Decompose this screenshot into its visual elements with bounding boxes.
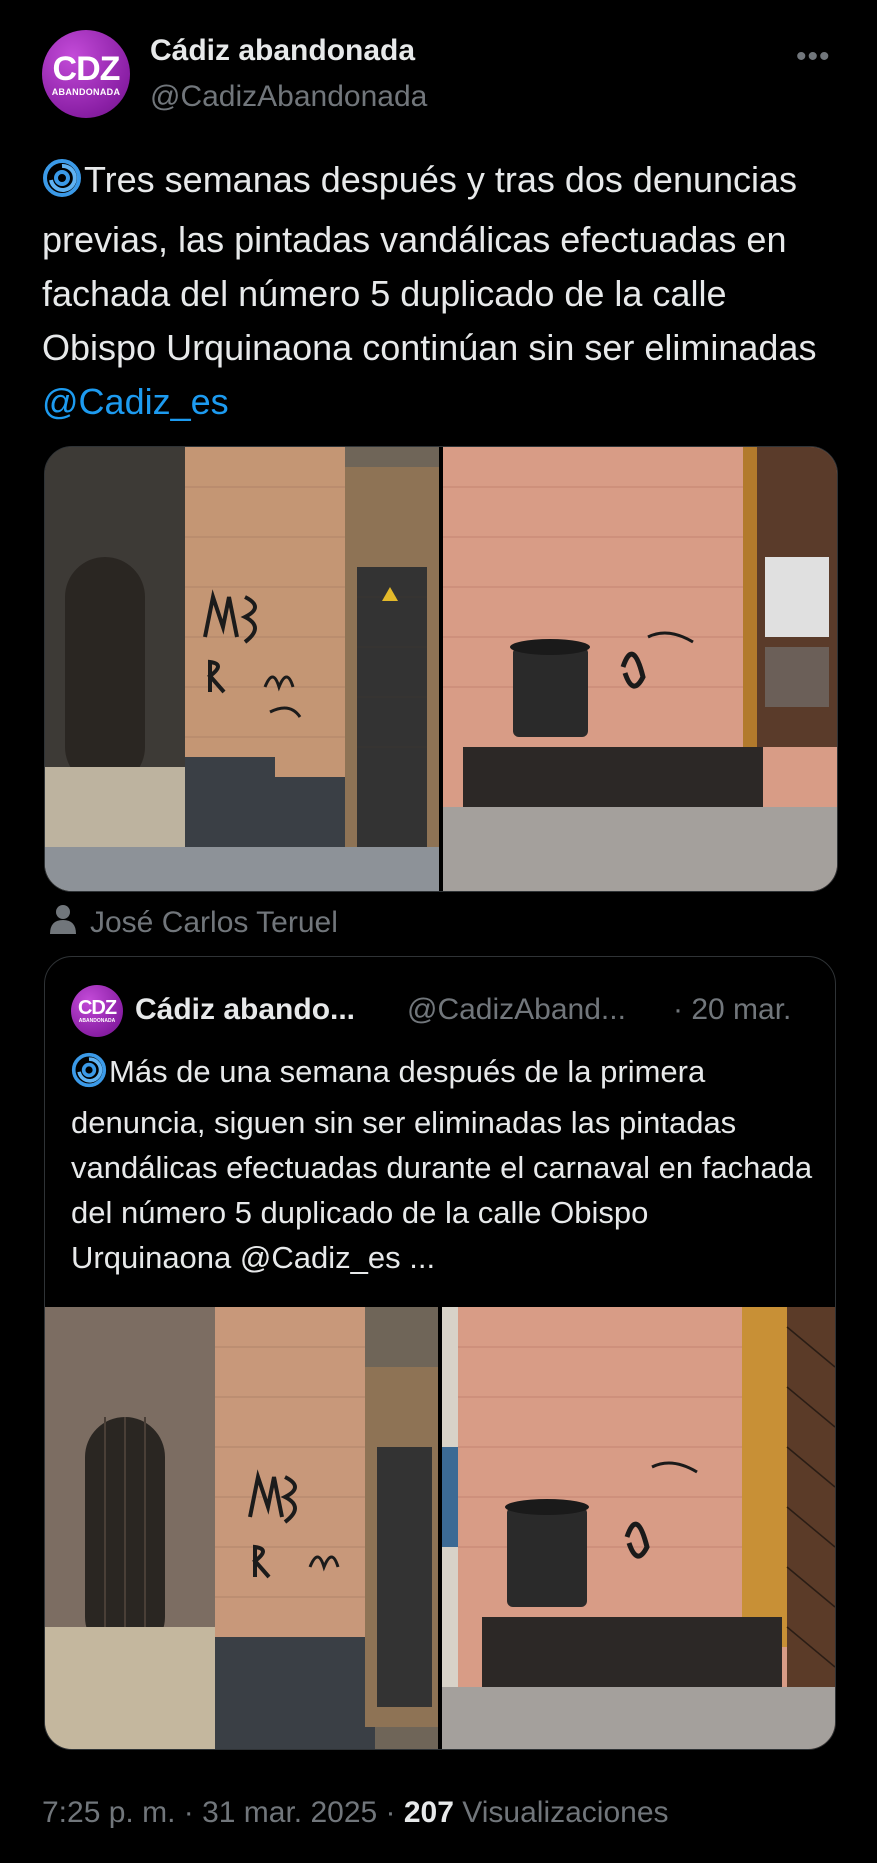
more-options-icon[interactable]: ••• bbox=[796, 40, 831, 74]
mention-link[interactable]: @Cadiz_es bbox=[42, 381, 229, 422]
tweet-body: Tres semanas después y tras dos denuncia… bbox=[42, 159, 817, 368]
photo-graffiti-bin[interactable] bbox=[443, 447, 837, 891]
user-handle[interactable]: @CadizAbandonada bbox=[150, 80, 427, 114]
quote-body: Más de una semana después de la primera … bbox=[71, 1054, 813, 1275]
quote-text: Más de una semana después de la primera … bbox=[71, 1049, 816, 1280]
photo-tag-name: José Carlos Teruel bbox=[90, 906, 338, 939]
quoted-tweet[interactable]: CDZ ABANDONADA Cádiz abando... @CadizAba… bbox=[44, 956, 836, 1750]
tweet-date[interactable]: 31 mar. 2025 bbox=[202, 1796, 377, 1829]
media-grid[interactable] bbox=[44, 446, 838, 892]
quote-photo-bin[interactable] bbox=[442, 1307, 835, 1749]
display-name[interactable]: Cádiz abandonada bbox=[150, 34, 415, 68]
cyclone-icon bbox=[42, 158, 82, 213]
cyclone-icon bbox=[71, 1052, 107, 1100]
quote-date[interactable]: · 20 mar. bbox=[673, 993, 791, 1027]
quote-avatar-logo-text: CDZ bbox=[77, 997, 117, 1019]
tweet-text: Tres semanas después y tras dos denuncia… bbox=[42, 153, 842, 429]
person-icon bbox=[50, 904, 76, 942]
avatar-logo-subtext: ABANDONADA bbox=[51, 86, 121, 97]
tweet-metadata: 7:25 p. m. · 31 mar. 2025 · 207 Visualiz… bbox=[42, 1796, 669, 1829]
avatar-logo-text: CDZ bbox=[52, 49, 121, 88]
views-label: Visualizaciones bbox=[462, 1796, 669, 1829]
quote-photo-doorway[interactable] bbox=[45, 1307, 438, 1749]
tweet-time[interactable]: 7:25 p. m. bbox=[42, 1796, 175, 1829]
quote-media-grid[interactable] bbox=[45, 1307, 835, 1749]
quote-avatar[interactable]: CDZ ABANDONADA bbox=[71, 985, 123, 1037]
quote-handle[interactable]: @CadizAband... bbox=[407, 993, 626, 1027]
photo-tag[interactable]: José Carlos Teruel bbox=[50, 904, 338, 942]
quote-display-name[interactable]: Cádiz abando... bbox=[135, 993, 355, 1027]
photo-graffiti-doorway[interactable] bbox=[45, 447, 439, 891]
views-count: 207 bbox=[403, 1796, 454, 1829]
avatar[interactable]: CDZ ABANDONADA bbox=[42, 30, 130, 118]
quote-avatar-logo-subtext: ABANDONADA bbox=[78, 1018, 116, 1024]
